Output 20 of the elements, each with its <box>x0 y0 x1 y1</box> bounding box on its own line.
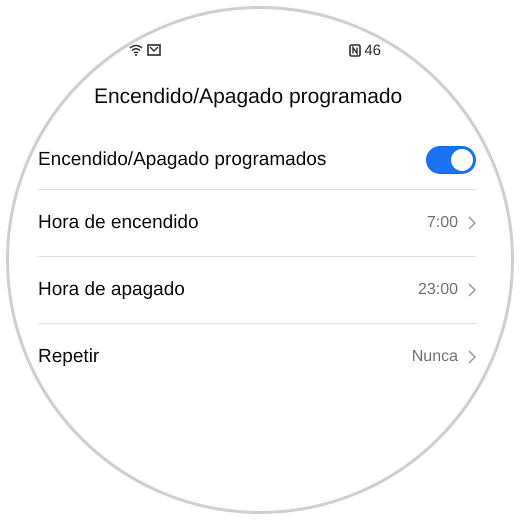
settings-row[interactable]: Repetir Nunca <box>38 323 476 390</box>
wifi-icon <box>129 44 143 56</box>
mail-icon <box>147 44 161 56</box>
chevron-icon <box>468 216 476 230</box>
settings-row[interactable]: Hora de apagado 23:00 <box>38 256 476 323</box>
page-title: Encendido/Apagado programado <box>94 85 404 109</box>
row-label: Hora de encendido <box>38 212 200 234</box>
row-value: Nunca <box>412 348 458 366</box>
row-label: Repetir <box>38 346 100 368</box>
row-value: 7:00 <box>426 214 458 232</box>
settings-row[interactable]: Hora de encendido 7:00 <box>38 189 476 256</box>
nfc-icon <box>349 44 362 56</box>
row-label: Encendido/Apagado programados <box>38 149 328 171</box>
toggle-switch[interactable] <box>426 146 476 174</box>
row-value: 23:00 <box>418 281 458 299</box>
row-label: Hora de apagado <box>38 279 186 301</box>
chevron-icon <box>468 283 476 297</box>
settings-row[interactable]: Encendido/Apagado programados <box>38 131 476 189</box>
chevron-icon <box>468 350 476 364</box>
battery-percentage: 46 <box>364 42 381 58</box>
